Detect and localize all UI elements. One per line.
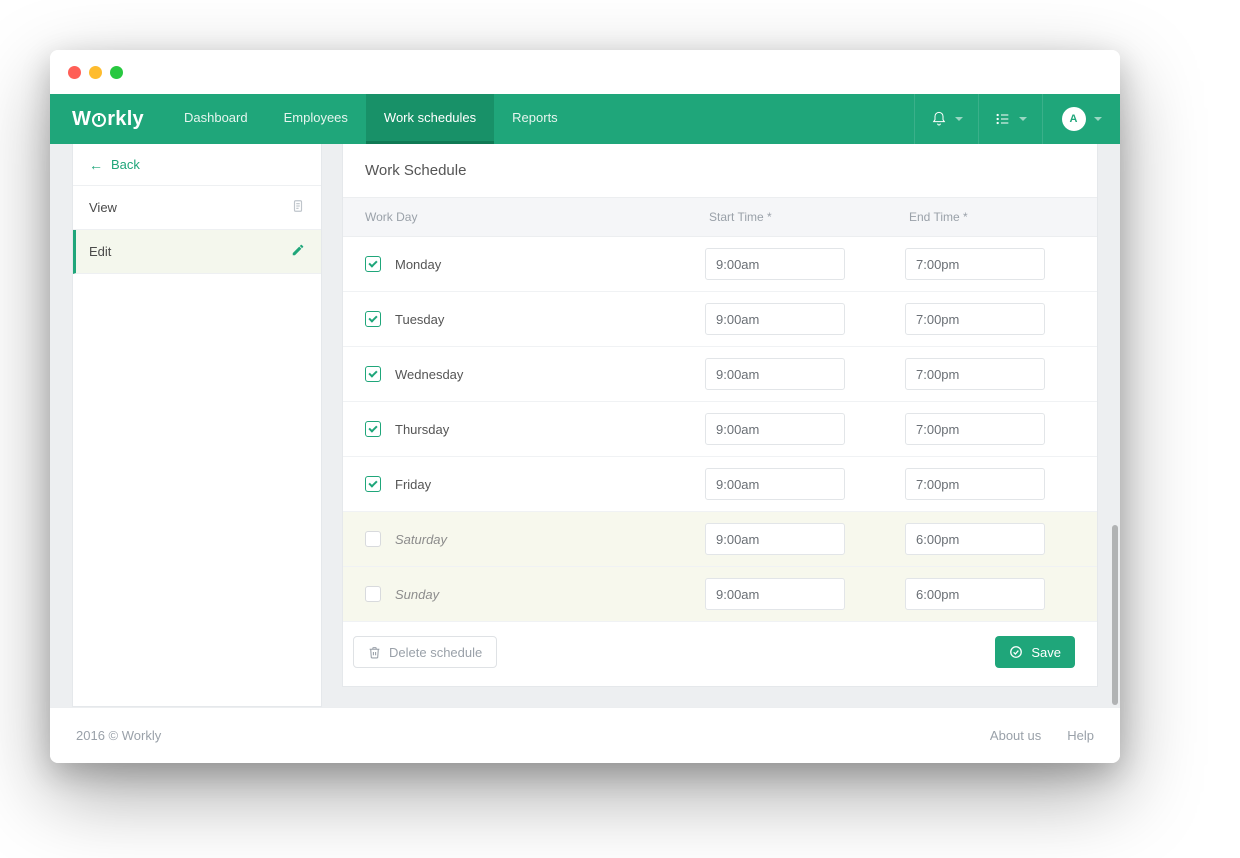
footer-links: About us Help bbox=[990, 728, 1094, 743]
list-icon bbox=[995, 111, 1011, 127]
sidebar: ← Back View Edit bbox=[72, 144, 322, 707]
nav-actions: A bbox=[914, 94, 1120, 144]
window-zoom-button[interactable] bbox=[110, 66, 123, 79]
scrollbar-thumb[interactable] bbox=[1112, 525, 1118, 705]
end-time-monday[interactable] bbox=[905, 248, 1045, 280]
trash-icon bbox=[368, 646, 381, 659]
checkbox-friday[interactable] bbox=[365, 476, 381, 492]
footer-about-link[interactable]: About us bbox=[990, 728, 1041, 743]
header-end-time: End Time * bbox=[905, 210, 1075, 224]
work-schedule-panel: Work Schedule Work Day Start Time * End … bbox=[342, 144, 1098, 687]
nav-dashboard[interactable]: Dashboard bbox=[166, 94, 266, 144]
pencil-icon bbox=[291, 243, 305, 260]
check-icon bbox=[368, 478, 377, 487]
save-button[interactable]: Save bbox=[995, 636, 1075, 668]
check-icon bbox=[368, 368, 377, 377]
main-navbar: Wrkly Dashboard Employees Work schedules… bbox=[50, 94, 1120, 144]
clipboard-icon bbox=[291, 199, 305, 216]
end-time-tuesday[interactable] bbox=[905, 303, 1045, 335]
header-work-day: Work Day bbox=[365, 210, 705, 224]
brand-prefix: W bbox=[72, 108, 91, 131]
end-time-sunday[interactable] bbox=[905, 578, 1045, 610]
day-row-thursday: Thursday bbox=[343, 402, 1097, 457]
sidebar-view-label: View bbox=[89, 200, 117, 215]
app-window: Wrkly Dashboard Employees Work schedules… bbox=[50, 50, 1120, 763]
window-minimize-button[interactable] bbox=[89, 66, 102, 79]
day-row-monday: Monday bbox=[343, 237, 1097, 292]
day-row-friday: Friday bbox=[343, 457, 1097, 512]
delete-label: Delete schedule bbox=[389, 645, 482, 660]
avatar: A bbox=[1062, 107, 1086, 131]
sidebar-edit-label: Edit bbox=[89, 244, 111, 259]
brand-logo[interactable]: Wrkly bbox=[50, 94, 166, 144]
start-time-sunday[interactable] bbox=[705, 578, 845, 610]
checkbox-saturday[interactable] bbox=[365, 531, 381, 547]
chevron-down-icon bbox=[1019, 117, 1027, 121]
brand-suffix: rkly bbox=[107, 108, 144, 131]
sidebar-edit[interactable]: Edit bbox=[73, 230, 321, 274]
day-label: Monday bbox=[395, 257, 441, 272]
header-start-time: Start Time * bbox=[705, 210, 905, 224]
end-time-saturday[interactable] bbox=[905, 523, 1045, 555]
panel-title: Work Schedule bbox=[343, 144, 1097, 197]
start-time-tuesday[interactable] bbox=[705, 303, 845, 335]
nav-items: Dashboard Employees Work schedules Repor… bbox=[166, 94, 576, 144]
checkbox-thursday[interactable] bbox=[365, 421, 381, 437]
checkbox-tuesday[interactable] bbox=[365, 311, 381, 327]
end-time-wednesday[interactable] bbox=[905, 358, 1045, 390]
footer: 2016 © Workly About us Help bbox=[50, 707, 1120, 763]
day-row-wednesday: Wednesday bbox=[343, 347, 1097, 402]
day-row-sunday: Sunday bbox=[343, 567, 1097, 622]
nav-work-schedules[interactable]: Work schedules bbox=[366, 94, 494, 144]
day-label: Friday bbox=[395, 477, 431, 492]
start-time-friday[interactable] bbox=[705, 468, 845, 500]
footer-copyright: 2016 © Workly bbox=[76, 728, 161, 743]
chevron-down-icon bbox=[955, 117, 963, 121]
checkbox-sunday[interactable] bbox=[365, 586, 381, 602]
table-header: Work Day Start Time * End Time * bbox=[343, 197, 1097, 237]
window-close-button[interactable] bbox=[68, 66, 81, 79]
check-icon bbox=[368, 313, 377, 322]
content-area: ← Back View Edit Work Schedule bbox=[50, 144, 1120, 707]
day-label: Tuesday bbox=[395, 312, 444, 327]
actions-row: Delete schedule Save bbox=[343, 622, 1097, 686]
window-titlebar bbox=[50, 50, 1120, 94]
check-icon bbox=[368, 423, 377, 432]
start-time-saturday[interactable] bbox=[705, 523, 845, 555]
sidebar-view[interactable]: View bbox=[73, 186, 321, 230]
day-label: Saturday bbox=[395, 532, 447, 547]
nav-employees[interactable]: Employees bbox=[266, 94, 366, 144]
day-row-saturday: Saturday bbox=[343, 512, 1097, 567]
user-menu[interactable]: A bbox=[1042, 94, 1120, 144]
start-time-thursday[interactable] bbox=[705, 413, 845, 445]
arrow-left-icon: ← bbox=[89, 158, 103, 172]
checkbox-monday[interactable] bbox=[365, 256, 381, 272]
nav-reports[interactable]: Reports bbox=[494, 94, 576, 144]
check-circle-icon bbox=[1009, 645, 1023, 659]
save-label: Save bbox=[1031, 645, 1061, 660]
day-label: Thursday bbox=[395, 422, 449, 437]
start-time-monday[interactable] bbox=[705, 248, 845, 280]
sidebar-back-label: Back bbox=[111, 157, 140, 172]
end-time-friday[interactable] bbox=[905, 468, 1045, 500]
list-menu[interactable] bbox=[978, 94, 1042, 144]
footer-help-link[interactable]: Help bbox=[1067, 728, 1094, 743]
bell-icon bbox=[931, 111, 947, 127]
sidebar-back[interactable]: ← Back bbox=[73, 144, 321, 186]
start-time-wednesday[interactable] bbox=[705, 358, 845, 390]
delete-schedule-button[interactable]: Delete schedule bbox=[353, 636, 497, 668]
checkbox-wednesday[interactable] bbox=[365, 366, 381, 382]
check-icon bbox=[368, 258, 377, 267]
chevron-down-icon bbox=[1094, 117, 1102, 121]
clock-icon bbox=[92, 113, 106, 127]
day-label: Sunday bbox=[395, 587, 439, 602]
notifications-menu[interactable] bbox=[914, 94, 978, 144]
day-label: Wednesday bbox=[395, 367, 463, 382]
day-row-tuesday: Tuesday bbox=[343, 292, 1097, 347]
end-time-thursday[interactable] bbox=[905, 413, 1045, 445]
